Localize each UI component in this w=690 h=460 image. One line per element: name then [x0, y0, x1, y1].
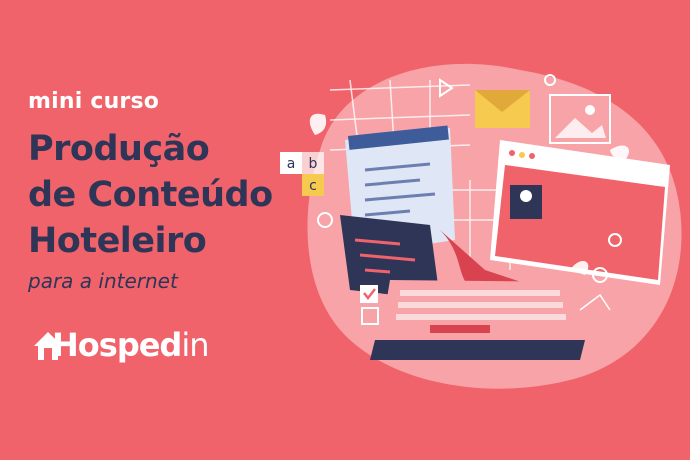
tile-a-letter: a [287, 156, 296, 172]
logo-wordmark: Hospedin [52, 326, 210, 364]
logo-text-suffix: in [181, 326, 209, 364]
title-line-1: Produção [28, 129, 210, 169]
promo-banner: mini curso Produção de Conteúdo Hoteleir… [0, 0, 690, 460]
subtitle: para a internet [28, 269, 178, 293]
letter-tiles: a b c [280, 152, 324, 196]
eyebrow-label: mini curso [28, 89, 160, 114]
text-block: mini curso Produção de Conteúdo Hoteleir… [28, 88, 318, 294]
hospedin-logo: Hospedin [30, 320, 210, 370]
title-line-3: Hoteleiro [28, 221, 207, 261]
image-card-icon [549, 94, 611, 144]
tile-c-letter: c [309, 178, 317, 194]
laptop [370, 280, 585, 360]
tile-b-letter: b [309, 156, 318, 172]
title-line-2: de Conteúdo [28, 175, 273, 215]
envelope-icon [475, 90, 530, 128]
logo-text-main: Hosped [52, 326, 182, 364]
laptop-illustration: a b c [280, 63, 682, 389]
